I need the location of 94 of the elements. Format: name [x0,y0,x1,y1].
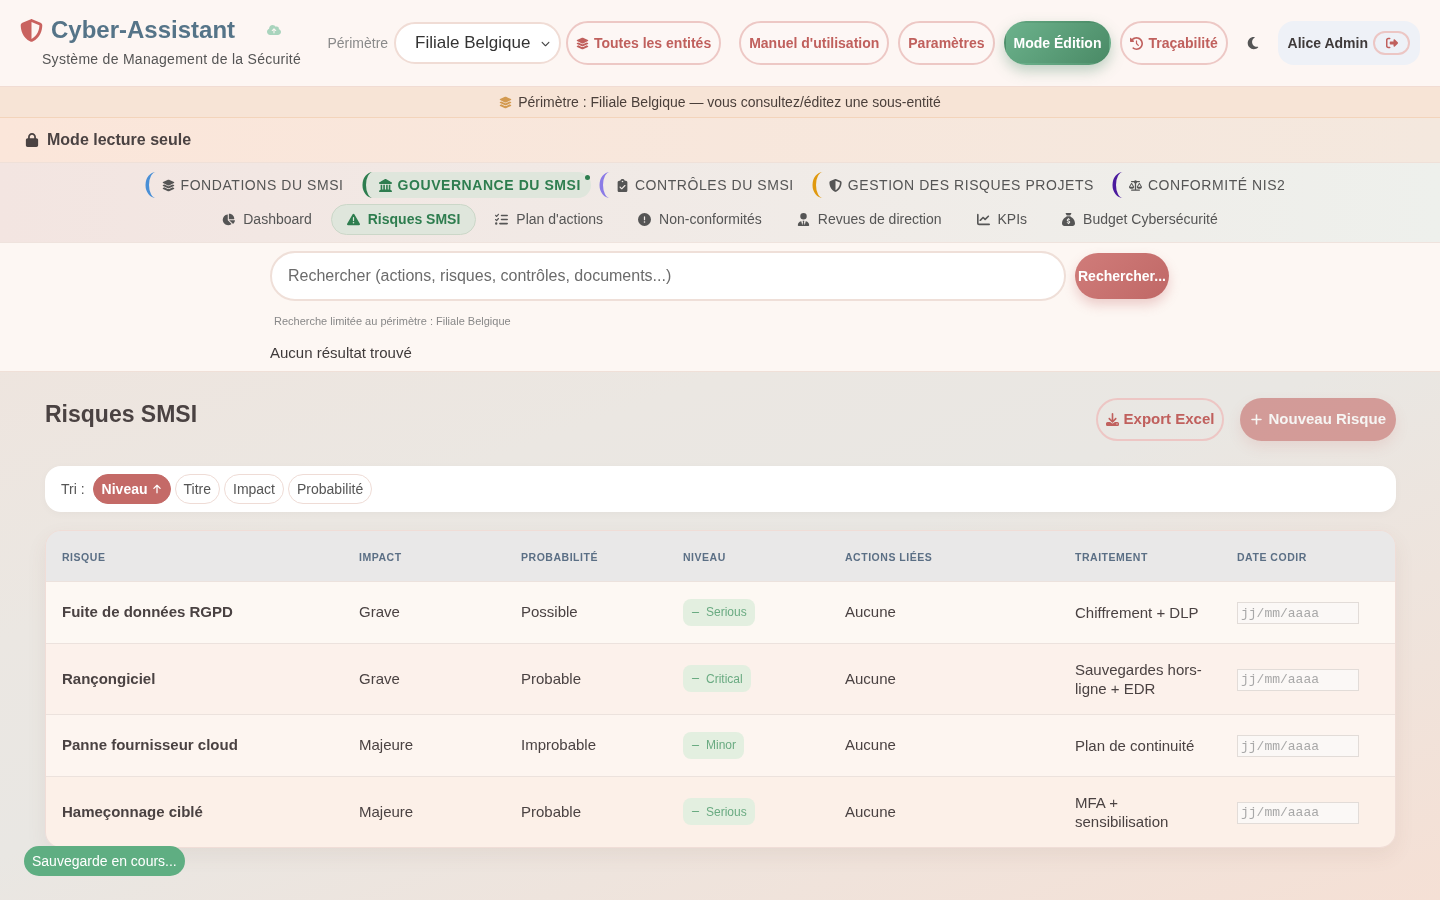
layers-icon [499,95,513,109]
actions-cell: Aucune [845,669,896,687]
cloud-upload-icon [267,23,282,37]
checklist-icon [495,213,509,226]
module-tab[interactable]: GOUVERNANCE DU SMSI [361,172,591,198]
level-badge: Critical [683,665,751,692]
app-subtitle: Système de Management de la Sécurité [42,50,303,69]
risk-name: Rançongiciel [62,669,156,687]
module-tab[interactable]: FONDATIONS DU SMSI [144,172,354,198]
shield-icon [828,178,842,192]
date-field[interactable]: jj/mm/aaaa [1237,602,1359,625]
impact-cell: Majeure [359,736,414,753]
arrow-up-icon [151,484,162,494]
probability-cell: Possible [521,603,578,620]
history-icon [1130,36,1144,50]
app-title: Cyber-Assistant [51,16,236,44]
search-button[interactable]: Rechercher... [1075,253,1169,299]
probability-cell: Probable [521,669,582,687]
risk-name: Panne fournisseur cloud [62,736,238,753]
logout-icon [1385,37,1398,49]
column-header: TRAITEMENT [1075,550,1148,563]
risk-name: Fuite de données RGPD [62,603,233,620]
building-columns-icon [378,178,392,192]
actions-cell: Aucune [845,736,896,753]
perimeter-label: Périmètre [327,33,389,53]
sort-chip[interactable]: Niveau [92,474,171,504]
treatment-cell-text: MFA + sensibilisation [1075,792,1170,831]
clipboard-check-icon [615,178,629,192]
level-badge: Serious [683,798,755,825]
lock-icon [25,133,39,147]
level-badge: Serious [683,598,755,626]
header-button[interactable]: Manuel d'utilisation [739,21,890,65]
nav-tab[interactable]: Non-conformités [622,204,778,235]
header-button[interactable]: Toutes les entités [565,21,722,65]
search-hint: Recherche limitée au périmètre : Filiale Belgique [274,314,512,329]
nav-tab[interactable]: Revues de direction [780,204,958,235]
warning-icon [346,213,360,226]
nav-tab[interactable]: Risques SMSI [330,204,477,235]
pie-chart-icon [222,213,236,226]
sort-label: Tri : [61,479,85,499]
module-tab[interactable]: CONFORMITÉ NIS2 [1111,172,1296,198]
column-header: RISQUE [62,550,106,563]
sort-chip[interactable]: Impact [224,474,284,504]
person-icon [796,213,810,226]
logout-button[interactable] [1373,31,1410,55]
nav-tab[interactable]: Budget Cybersécurité [1046,204,1234,235]
impact-cell: Majeure [359,802,414,820]
plus-icon [1250,413,1264,426]
treatment-cell-text: Plan de continuité [1075,735,1196,755]
money-bag-icon [1062,213,1076,226]
layers-icon [161,178,175,192]
column-header: PROBABILITÉ [521,550,598,563]
scale-icon [1128,178,1142,192]
download-icon [1105,413,1119,426]
layers-icon [575,36,589,50]
nav-tab[interactable]: Plan d'actions [479,204,620,235]
save-toast: Sauvegarde en cours... [24,846,185,876]
impact-cell: Grave [359,603,400,620]
impact-cell: Grave [359,669,400,687]
perimeter-select[interactable]: Filiale Belgique [394,22,561,64]
sort-chip[interactable]: Probabilité [288,474,373,504]
search-result: Aucun résultat trouvé [270,342,413,363]
treatment-cell-text: Sauvegardes hors-ligne + EDR [1075,659,1203,698]
line-chart-icon [976,213,990,226]
column-header: IMPACT [359,550,402,563]
header-button[interactable]: Paramètres [898,21,995,65]
probability-cell: Improbable [521,736,597,753]
actions-cell: Aucune [845,802,896,820]
mode-text: Mode lecture seule [47,130,192,150]
user-name: Alice Admin [1287,33,1368,53]
column-header: ACTIONS LIÉES [845,550,933,563]
date-field[interactable]: jj/mm/aaaa [1237,801,1359,824]
treatment-cell-text: Chiffrement + DLP [1075,602,1200,622]
moon-icon[interactable] [1245,36,1260,50]
search-field[interactable]: Rechercher (actions, risques, contrôles, documents...) [270,251,1066,301]
date-field[interactable]: jj/mm/aaaa [1237,668,1359,691]
nav-tab[interactable]: Dashboard [206,204,328,235]
action-button[interactable]: Export Excel [1095,398,1225,441]
banner-text: Périmètre : Filiale Belgique — vous consultez/éditez une sous-entité [518,92,941,112]
module-tab[interactable]: GESTION DES RISQUES PROJETS [811,172,1104,198]
header-button[interactable]: Traçabilité [1120,21,1228,65]
level-badge: Minor [683,731,744,759]
column-header: DATE CODIR [1237,550,1307,563]
header-button[interactable]: Mode Édition [1003,21,1112,65]
sort-chip[interactable]: Titre [174,474,220,504]
nav-tab[interactable]: KPIs [960,204,1044,235]
date-field[interactable]: jj/mm/aaaa [1237,735,1359,758]
risk-name: Hameçonnage ciblé [62,802,203,820]
probability-cell: Probable [521,802,582,820]
module-tab[interactable]: CONTRÔLES DU SMSI [598,172,804,198]
page-title: Risques SMSI [45,400,198,430]
actions-cell: Aucune [845,603,896,620]
shield-logo-icon [20,18,43,42]
column-header: NIVEAU [683,550,726,563]
